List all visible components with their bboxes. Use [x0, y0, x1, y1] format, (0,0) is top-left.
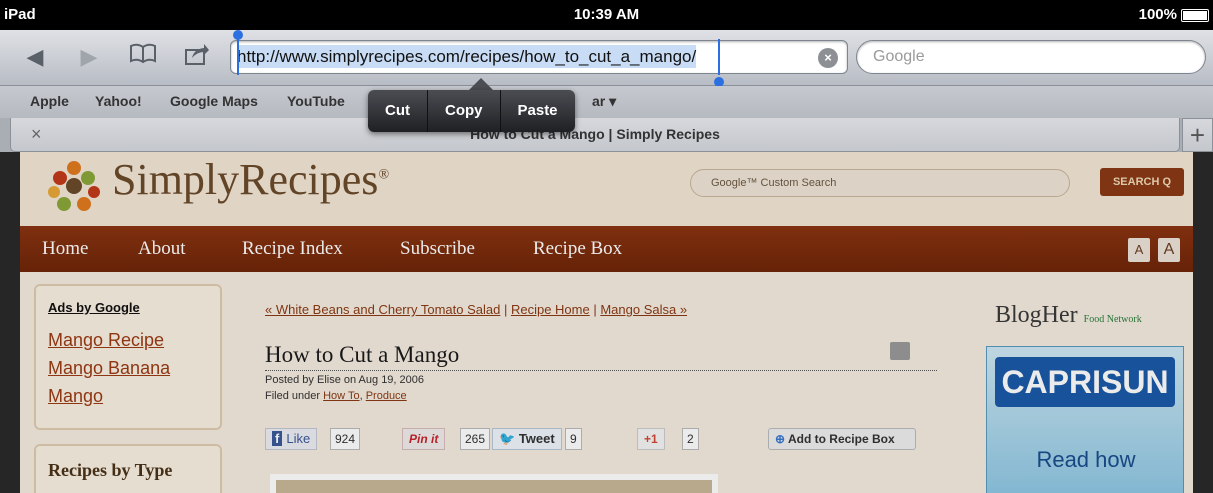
- tab-bar: × How to Cut a Mango | Simply Recipes +: [0, 118, 1213, 152]
- bookmark-yahoo[interactable]: Yahoo!: [95, 93, 142, 109]
- selection-end-caret: [718, 39, 720, 75]
- print-icon[interactable]: [890, 342, 910, 360]
- breadcrumb: « White Beans and Cherry Tomato Salad | …: [265, 302, 688, 317]
- site-header: SimplyRecipes® Google™ Custom Search SEA…: [20, 152, 1193, 226]
- ads-box: Ads by Google Mango Recipe Mango Banana …: [34, 284, 222, 430]
- tweet-count: 9: [565, 428, 582, 450]
- battery-percent: 100%: [1138, 6, 1177, 23]
- pinterest-count: 265: [460, 428, 491, 450]
- browser-toolbar: ◀ ▶ http://www.simplyrecipes.com/recipes…: [0, 30, 1213, 87]
- clock: 10:39 AM: [573, 6, 640, 23]
- bookmark-apple[interactable]: Apple: [30, 93, 69, 109]
- url-text: http://www.simplyrecipes.com/recipes/how…: [237, 45, 697, 68]
- cut-button[interactable]: Cut: [368, 90, 428, 132]
- site-search-button[interactable]: SEARCH Q: [1100, 168, 1184, 196]
- ad-text: Read how: [1036, 447, 1136, 472]
- category-link[interactable]: Produce: [366, 390, 407, 402]
- site-nav: Home About Recipe Index Subscribe Recipe…: [20, 226, 1193, 272]
- url-field[interactable]: http://www.simplyrecipes.com/recipes/how…: [230, 40, 848, 74]
- selection-start-handle[interactable]: [233, 30, 243, 40]
- recipe-home-link[interactable]: Recipe Home: [511, 302, 590, 317]
- web-content: SimplyRecipes® Google™ Custom Search SEA…: [0, 152, 1213, 493]
- bookmarks-bar: Apple Yahoo! Google Maps YouTube ar ▾: [0, 86, 1213, 118]
- ad-link[interactable]: Mango: [48, 386, 103, 407]
- blogher-logo[interactable]: BlogHer Food Network: [995, 302, 1142, 329]
- edit-menu-pointer: [469, 78, 493, 90]
- font-small-button[interactable]: A: [1128, 238, 1150, 262]
- tweet-button[interactable]: 🐦 Tweet: [492, 428, 562, 450]
- share-icon[interactable]: [182, 42, 212, 72]
- new-tab-button[interactable]: +: [1182, 118, 1213, 152]
- ads-heading[interactable]: Ads by Google: [48, 300, 140, 315]
- search-input[interactable]: Google: [856, 40, 1206, 74]
- category-link[interactable]: How To: [323, 390, 359, 402]
- ad-link[interactable]: Mango Recipe: [48, 330, 164, 351]
- status-bar: iPad 10:39 AM 100%: [0, 0, 1213, 30]
- nav-recipe-index[interactable]: Recipe Index: [242, 238, 343, 260]
- bookmark-google-maps[interactable]: Google Maps: [170, 93, 258, 109]
- selection-start-caret: [237, 39, 239, 75]
- next-recipe-link[interactable]: Mango Salsa »: [600, 302, 687, 317]
- add-to-recipe-box-button[interactable]: ⊕ Add to Recipe Box: [768, 428, 916, 450]
- tab-current[interactable]: × How to Cut a Mango | Simply Recipes: [10, 118, 1180, 152]
- edit-menu: Cut Copy Paste: [368, 90, 575, 132]
- recipe-photo: [270, 474, 718, 493]
- gplus-button[interactable]: +1: [637, 428, 665, 450]
- facebook-like-button[interactable]: f Like: [265, 428, 318, 450]
- bookmark-folder[interactable]: ar ▾: [592, 93, 616, 110]
- gplus-count: 2: [682, 428, 699, 450]
- forward-button[interactable]: ▶: [74, 42, 104, 72]
- capri-sun-ad[interactable]: CAPRISUN Read how: [986, 346, 1184, 493]
- back-button[interactable]: ◀: [20, 42, 50, 72]
- clear-url-icon[interactable]: ×: [818, 48, 838, 68]
- bookmark-youtube[interactable]: YouTube: [287, 93, 345, 109]
- page-title: How to Cut a Mango: [265, 342, 937, 371]
- nav-about[interactable]: About: [138, 238, 186, 260]
- nav-subscribe[interactable]: Subscribe: [400, 238, 475, 260]
- ad-link[interactable]: Mango Banana: [48, 358, 170, 379]
- prev-recipe-link[interactable]: « White Beans and Cherry Tomato Salad: [265, 302, 500, 317]
- copy-button[interactable]: Copy: [428, 90, 501, 132]
- nav-recipe-box[interactable]: Recipe Box: [533, 238, 622, 260]
- facebook-like-count: 924: [330, 428, 361, 450]
- site-logo[interactable]: SimplyRecipes®: [112, 154, 389, 205]
- post-categories: Filed under How To, Produce: [265, 390, 407, 402]
- paste-button[interactable]: Paste: [501, 90, 575, 132]
- font-large-button[interactable]: A: [1158, 238, 1180, 262]
- site-search-input[interactable]: Google™ Custom Search: [690, 169, 1070, 197]
- battery-icon: [1181, 9, 1209, 22]
- tab-title: How to Cut a Mango | Simply Recipes: [470, 126, 720, 142]
- site-body: SimplyRecipes® Google™ Custom Search SEA…: [20, 152, 1193, 493]
- bookmarks-icon[interactable]: [128, 42, 158, 72]
- ad-brand: CAPRISUN: [995, 357, 1175, 407]
- logo-flower-icon: [48, 161, 100, 211]
- recipes-by-type-heading: Recipes by Type: [34, 444, 222, 493]
- nav-home[interactable]: Home: [42, 238, 88, 260]
- post-byline: Posted by Elise on Aug 19, 2006: [265, 374, 425, 386]
- pinterest-button[interactable]: Pin it: [402, 428, 446, 450]
